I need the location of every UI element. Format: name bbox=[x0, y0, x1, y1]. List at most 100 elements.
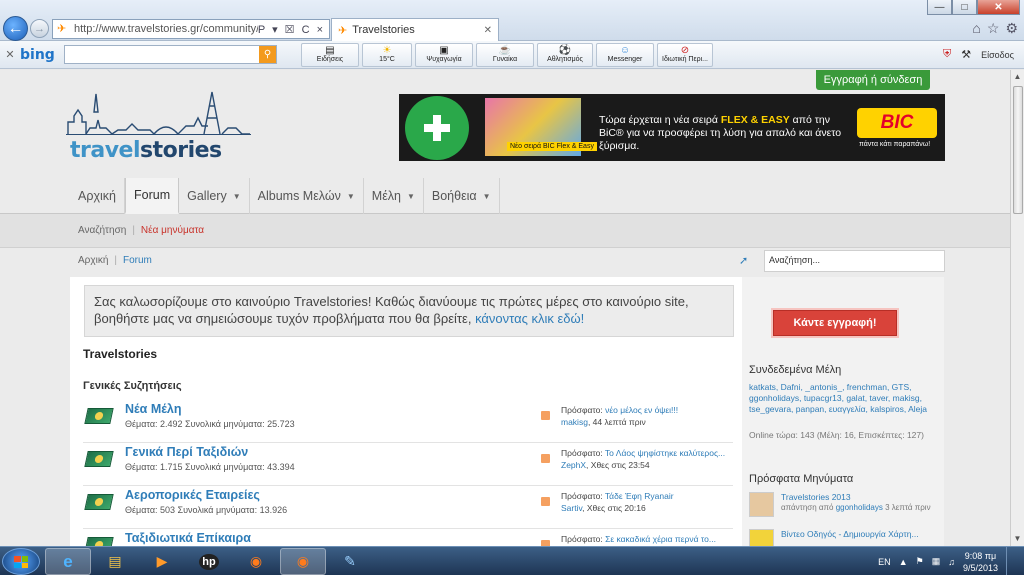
tab-travelstories[interactable]: ✈ Travelstories ✕ bbox=[331, 18, 499, 41]
tab-close-icon[interactable]: ✕ bbox=[484, 25, 492, 36]
forum-row: Ταξιδιωτικά Επίκαιρα Πρόσφατο: Σε κακαδι… bbox=[83, 530, 733, 546]
scroll-down-icon[interactable]: ▼ bbox=[1011, 532, 1024, 546]
nav-member-albums[interactable]: Albums Μελών ▼ bbox=[250, 178, 364, 214]
rss-icon[interactable] bbox=[541, 497, 550, 506]
nav-gallery[interactable]: Gallery ▼ bbox=[179, 178, 250, 214]
latest-user-link[interactable]: makisg bbox=[561, 417, 588, 427]
signin-link[interactable]: Είσοδος bbox=[981, 50, 1014, 60]
site-logo[interactable]: travelstories bbox=[66, 90, 251, 164]
forum-latest: Πρόσφατο: Το Λάος ψηφίστηκε καλύτερος...… bbox=[561, 447, 725, 471]
forum-row: Αεροπορικές Εταιρείες Θέματα: 503 Συνολι… bbox=[83, 487, 733, 529]
taskbar-ie-icon[interactable]: e bbox=[45, 548, 91, 575]
settings-gear-icon[interactable]: ⚙ bbox=[1005, 20, 1018, 37]
shield-icon[interactable]: ⛨ bbox=[943, 48, 951, 61]
scroll-up-icon[interactable]: ▲ bbox=[1011, 70, 1024, 84]
rss-icon[interactable] bbox=[541, 411, 550, 420]
meta-post: 3 λεπτά πριν bbox=[882, 503, 931, 512]
minimize-button[interactable]: — bbox=[927, 0, 952, 15]
latest-user-link[interactable]: ZephX bbox=[561, 460, 586, 470]
toolbar-messenger-button[interactable]: ☺ Messenger bbox=[596, 42, 654, 67]
nav-members[interactable]: Μέλη ▼ bbox=[364, 178, 424, 214]
recent-post-title[interactable]: Βίντεο Οδηγός - Δημιουργία Χάρτη... bbox=[781, 529, 919, 539]
back-button[interactable]: ← bbox=[3, 16, 28, 41]
taskbar-firefox-2-icon[interactable]: ◉ bbox=[280, 548, 326, 575]
toolbar-close-icon[interactable]: ✕ bbox=[0, 48, 20, 61]
tray-expand-icon[interactable]: ▲ bbox=[899, 557, 908, 567]
register-or-login-button[interactable]: Εγγραφή ή σύνδεση bbox=[816, 70, 930, 90]
taskbar-media-player-icon[interactable]: ▶ bbox=[139, 548, 185, 575]
site-search-input[interactable]: Αναζήτηση... bbox=[764, 250, 945, 272]
pin-icon[interactable]: ➚ bbox=[739, 254, 751, 267]
toolbar-news-button[interactable]: ▤ Ειδήσεις bbox=[301, 42, 359, 67]
toolbar-woman-button[interactable]: ☕ Γυναίκα bbox=[476, 42, 534, 67]
search-icon[interactable]: ⚲ bbox=[259, 46, 276, 63]
latest-label: Πρόσφατο: bbox=[561, 448, 605, 458]
latest-user-link[interactable]: Sartiv bbox=[561, 503, 582, 513]
avatar[interactable] bbox=[749, 529, 774, 546]
nav-label: Gallery bbox=[187, 189, 227, 203]
forum-stats: Θέματα: 503 Συνολικά μηνύματα: 13.926 bbox=[125, 505, 288, 515]
close-window-button[interactable]: ✕ bbox=[977, 0, 1020, 15]
toolbar-entertainment-button[interactable]: ▣ Ψυχαγωγία bbox=[415, 42, 473, 67]
network-icon[interactable]: ▦ bbox=[932, 556, 941, 567]
favorites-star-icon[interactable]: ☆ bbox=[987, 20, 1000, 37]
subnav-new-messages-link[interactable]: Νέα μηνύματα bbox=[141, 225, 204, 236]
address-bar-actions-icon[interactable]: P ▾ ☒ C × bbox=[258, 23, 329, 36]
subnav-search-link[interactable]: Αναζήτηση bbox=[78, 225, 126, 236]
forum-name-link[interactable]: Αεροπορικές Εταιρείες bbox=[125, 488, 260, 502]
section-title: Γενικές Συζητήσεις bbox=[83, 380, 182, 392]
start-button[interactable] bbox=[2, 548, 40, 575]
messenger-icon: ☺ bbox=[619, 45, 631, 56]
recent-post-user[interactable]: ggonholidays bbox=[836, 503, 883, 512]
avatar[interactable] bbox=[749, 492, 774, 517]
online-members-list[interactable]: katkats, Dafni, _antonis_, frenchman, GT… bbox=[749, 382, 939, 415]
forum-name-link[interactable]: Ταξιδιωτικά Επίκαιρα bbox=[125, 531, 251, 545]
forward-button[interactable]: → bbox=[30, 19, 49, 38]
latest-thread-link[interactable]: Τάδε Έφη Ryanair bbox=[605, 491, 674, 501]
taskbar-paint-icon[interactable]: ✎ bbox=[327, 548, 373, 575]
product-label: Νέο σειρά BIC Flex & Easy bbox=[507, 142, 597, 151]
recent-post-title[interactable]: Travelstories 2013 bbox=[781, 492, 851, 502]
taskbar-hp-icon[interactable]: hp bbox=[186, 548, 232, 575]
nav-label: Albums Μελών bbox=[257, 189, 341, 203]
clock-date: 9/5/2013 bbox=[962, 562, 998, 573]
welcome-link[interactable]: κάνοντας κλικ εδώ! bbox=[475, 311, 584, 326]
nav-home[interactable]: Αρχική bbox=[70, 178, 125, 214]
scroll-thumb[interactable] bbox=[1013, 86, 1023, 214]
taskbar-explorer-icon[interactable]: ▤ bbox=[92, 548, 138, 575]
page-scrollbar[interactable]: ▲ ▼ bbox=[1010, 70, 1024, 546]
latest-thread-link[interactable]: νέο μέλος εν όψει!!! bbox=[605, 405, 678, 415]
chevron-down-icon: ▼ bbox=[346, 191, 355, 201]
taskbar-firefox-icon[interactable]: ◉ bbox=[233, 548, 279, 575]
nav-help[interactable]: Βοήθεια ▼ bbox=[424, 178, 500, 214]
bic-ad-banner[interactable]: Νέο σειρά BIC Flex & Easy Τώρα έρχεται η… bbox=[399, 94, 945, 161]
register-button[interactable]: Κάντε εγγραφή! bbox=[773, 310, 897, 336]
maximize-button[interactable]: □ bbox=[952, 0, 977, 15]
rss-icon[interactable] bbox=[541, 454, 550, 463]
url-text[interactable]: http://www.travelstories.gr/community/ bbox=[74, 23, 258, 35]
film-icon: ▣ bbox=[439, 45, 449, 56]
toolbar-private-button[interactable]: ⊘ Ιδιωτική Περι... bbox=[657, 42, 713, 67]
breadcrumb: Αρχική | Forum bbox=[78, 255, 152, 266]
clock[interactable]: 9:08 πμ 9/5/2013 bbox=[963, 550, 998, 574]
latest-time: , Χθες στις 23:54 bbox=[586, 460, 650, 470]
breadcrumb-forum[interactable]: Forum bbox=[123, 255, 152, 266]
address-bar[interactable]: ✈ http://www.travelstories.gr/community/… bbox=[52, 19, 330, 39]
breadcrumb-home[interactable]: Αρχική bbox=[78, 255, 108, 266]
home-icon[interactable]: ⌂ bbox=[972, 20, 980, 37]
language-indicator[interactable]: EN bbox=[878, 557, 891, 567]
forum-name-link[interactable]: Νέα Μέλη bbox=[125, 402, 181, 416]
wrench-icon[interactable]: ⚒ bbox=[961, 48, 971, 61]
toolbar-sports-button[interactable]: ⚽ Αθλητισμός bbox=[537, 42, 593, 67]
flag-icon[interactable]: ⚑ bbox=[916, 556, 924, 567]
bing-search-input[interactable]: ⚲ bbox=[64, 45, 277, 64]
show-desktop-button[interactable] bbox=[1006, 547, 1016, 575]
toolbar-weather-button[interactable]: ☀ 15°C bbox=[362, 42, 412, 67]
volume-icon[interactable]: ♫ bbox=[948, 557, 955, 567]
tab-favicon-icon: ✈ bbox=[338, 24, 348, 37]
nav-forum[interactable]: Forum bbox=[125, 178, 180, 214]
latest-thread-link[interactable]: Σε κακαδικά χέρια περνά το... bbox=[605, 534, 716, 544]
banner-slogan: πάντα κάτι παραπάνω! bbox=[859, 141, 931, 148]
forum-name-link[interactable]: Γενικά Περί Ταξιδιών bbox=[125, 445, 248, 459]
latest-thread-link[interactable]: Το Λάος ψηφίστηκε καλύτερος... bbox=[605, 448, 725, 458]
